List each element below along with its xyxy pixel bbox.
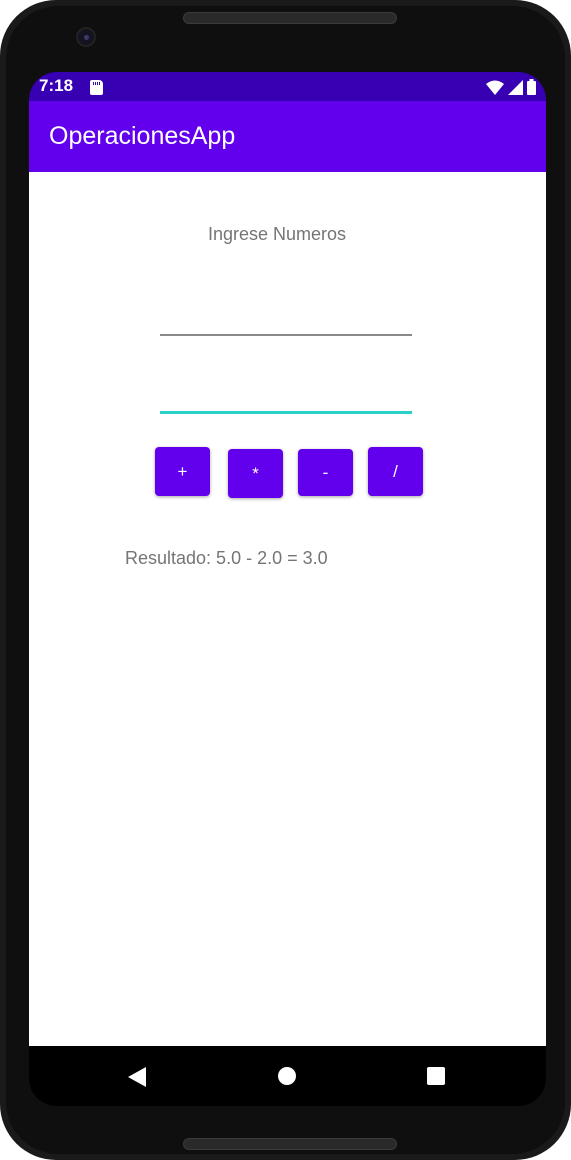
wifi-icon: [486, 80, 504, 95]
phone-screen: 7:18 OperacionesApp Ingrese Numeros + * …: [29, 72, 546, 1106]
main-content: Ingrese Numeros + * - / Resultado: 5.0 -…: [29, 172, 546, 1046]
phone-frame: 7:18 OperacionesApp Ingrese Numeros + * …: [0, 0, 571, 1160]
top-speaker: [183, 12, 397, 24]
second-number-input[interactable]: [160, 374, 412, 414]
bottom-speaker: [183, 1138, 397, 1150]
subtract-button[interactable]: -: [298, 449, 353, 496]
front-camera: [76, 27, 96, 47]
prompt-label: Ingrese Numeros: [207, 224, 347, 244]
multiply-button[interactable]: *: [228, 449, 283, 498]
add-button[interactable]: +: [155, 447, 210, 496]
status-bar: 7:18: [29, 72, 546, 101]
status-icons: [486, 78, 536, 96]
home-icon[interactable]: [278, 1067, 296, 1085]
first-number-input[interactable]: [160, 296, 412, 336]
sd-card-icon: [90, 80, 103, 95]
divide-button[interactable]: /: [368, 447, 423, 496]
back-icon[interactable]: [128, 1067, 146, 1087]
result-label: Resultado: 5.0 - 2.0 = 3.0: [125, 548, 328, 568]
signal-icon: [508, 79, 523, 95]
app-title: OperacionesApp: [49, 122, 236, 150]
app-bar: OperacionesApp: [29, 101, 546, 172]
navigation-bar: [29, 1046, 546, 1106]
status-time: 7:18: [39, 76, 74, 95]
battery-icon: [527, 79, 536, 95]
recents-icon[interactable]: [427, 1067, 445, 1085]
